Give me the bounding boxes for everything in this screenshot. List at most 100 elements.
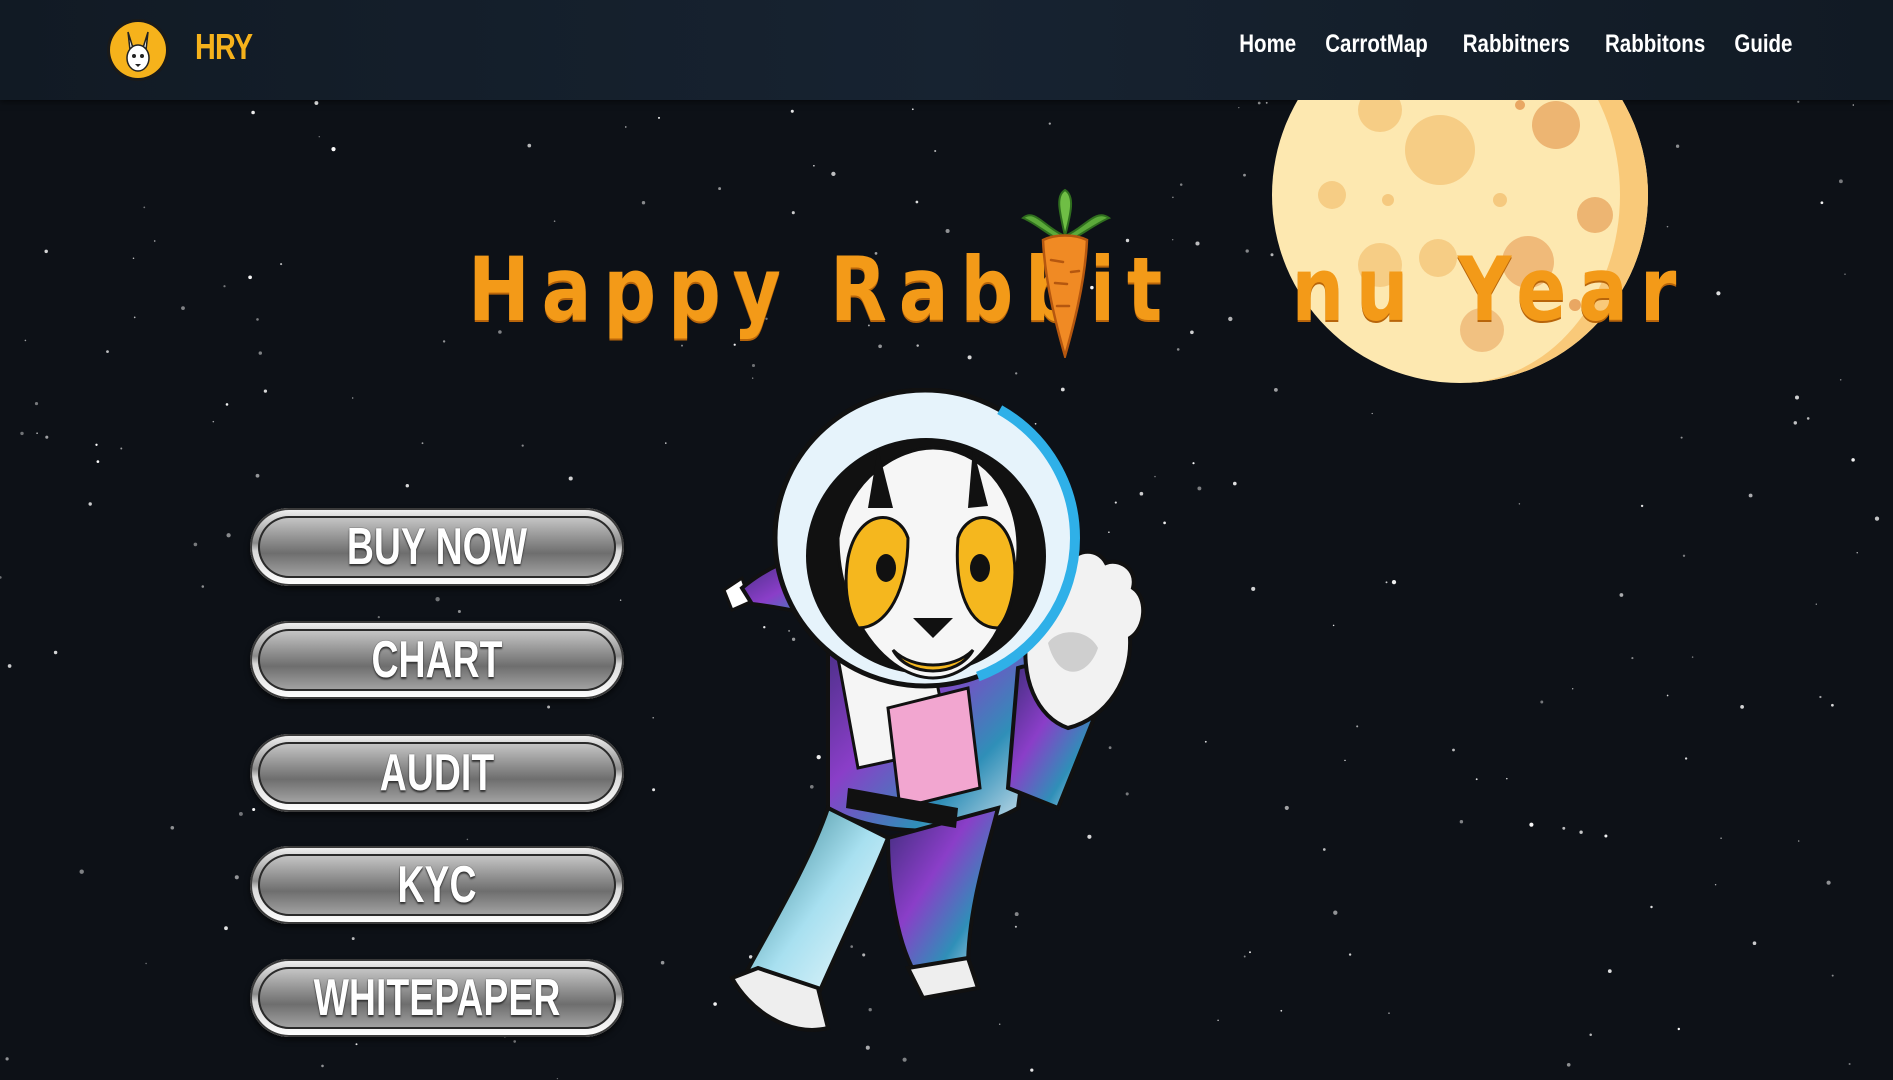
star — [1452, 748, 1455, 752]
star — [790, 109, 794, 113]
star — [1589, 1033, 1592, 1037]
star — [224, 926, 228, 931]
star — [1356, 725, 1359, 728]
star — [251, 110, 255, 115]
star — [234, 875, 239, 880]
star — [1793, 421, 1798, 425]
star — [1015, 372, 1018, 375]
star — [24, 339, 27, 342]
star — [878, 344, 882, 349]
star — [1677, 1027, 1681, 1031]
star — [145, 962, 147, 965]
star — [1844, 273, 1846, 276]
kyc-button[interactable]: KYC — [250, 846, 624, 924]
star — [7, 664, 12, 668]
star — [1675, 144, 1680, 148]
star — [865, 1045, 870, 1050]
star — [652, 788, 656, 792]
star — [641, 201, 646, 205]
star — [1714, 883, 1717, 886]
star — [351, 937, 355, 941]
star — [1839, 379, 1842, 381]
star — [1176, 348, 1180, 351]
star — [1797, 840, 1800, 842]
star — [831, 171, 836, 177]
star — [238, 811, 243, 816]
star — [1684, 757, 1688, 760]
star — [318, 135, 321, 138]
star — [44, 249, 48, 254]
star — [1650, 905, 1653, 909]
star — [1815, 603, 1817, 605]
star — [513, 1040, 517, 1043]
star — [153, 240, 156, 242]
audit-button[interactable]: AUDIT — [250, 734, 624, 812]
star — [652, 717, 654, 719]
star — [1716, 291, 1721, 296]
star — [248, 275, 252, 280]
star — [1748, 493, 1753, 498]
star — [527, 143, 532, 148]
star — [355, 1043, 358, 1046]
star — [88, 502, 92, 506]
nav-guide[interactable]: Guide — [1735, 30, 1793, 59]
star — [556, 1077, 559, 1080]
star — [1529, 822, 1534, 827]
carrot-icon — [1021, 188, 1112, 358]
star — [95, 443, 98, 446]
star — [1322, 848, 1326, 851]
star — [1251, 586, 1256, 591]
star — [321, 1064, 324, 1068]
star — [902, 1057, 907, 1062]
star — [1874, 516, 1880, 521]
star — [1249, 951, 1251, 954]
star — [751, 363, 756, 368]
star — [223, 285, 226, 288]
hero-title-part2: nu Year — [1291, 238, 1689, 341]
star — [1797, 100, 1800, 103]
star — [45, 435, 49, 439]
star — [258, 351, 262, 355]
star — [1851, 458, 1855, 462]
star — [212, 420, 215, 423]
star — [5, 1057, 9, 1061]
star — [1280, 1009, 1283, 1012]
star — [36, 432, 38, 435]
star — [813, 165, 815, 167]
star — [435, 597, 440, 602]
star — [1243, 173, 1246, 177]
rabbit-logo-icon[interactable] — [106, 18, 170, 82]
star — [170, 826, 175, 830]
star — [1475, 778, 1478, 781]
star — [665, 442, 667, 444]
buy-now-button[interactable]: BUY NOW — [250, 508, 624, 586]
brand-name[interactable]: HRY — [195, 26, 253, 68]
star — [226, 533, 231, 538]
star — [1284, 805, 1289, 810]
star — [466, 838, 469, 841]
star — [521, 444, 524, 447]
star — [1333, 910, 1338, 915]
star — [1566, 1062, 1571, 1067]
star — [1666, 694, 1669, 697]
star — [0, 576, 2, 579]
whitepaper-button[interactable]: WHITEPAPER — [250, 959, 624, 1037]
star — [625, 126, 627, 128]
star — [1631, 657, 1634, 660]
star — [713, 1002, 717, 1006]
star — [331, 147, 336, 152]
star — [442, 340, 446, 343]
star — [1243, 955, 1246, 958]
star — [1391, 579, 1397, 585]
star — [1238, 106, 1240, 109]
star — [1540, 700, 1544, 704]
star — [193, 542, 198, 547]
astronaut-rabbit-illustration — [722, 388, 1146, 1032]
star — [1388, 1012, 1390, 1014]
star — [1562, 826, 1566, 830]
star — [252, 807, 256, 812]
star — [1794, 395, 1800, 400]
chart-button[interactable]: CHART — [250, 621, 624, 699]
star — [553, 220, 556, 222]
star — [547, 705, 551, 709]
